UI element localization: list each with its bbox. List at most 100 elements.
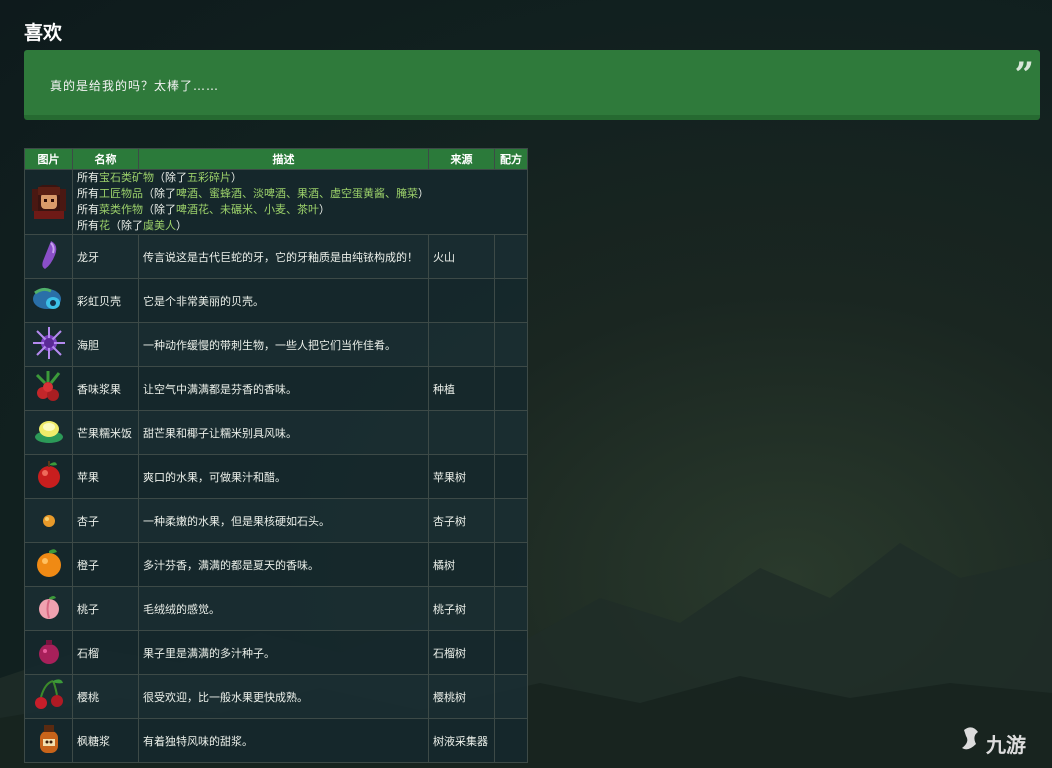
item-description: 毛绒绒的感觉。 <box>138 586 429 631</box>
berry-icon <box>35 371 61 401</box>
item-source[interactable]: 樱桃树 <box>428 674 495 719</box>
item-name[interactable]: 香味浆果 <box>72 366 139 411</box>
line-prefix: 所有 <box>77 187 99 200</box>
item-description: 让空气中满满都是芬香的香味。 <box>138 366 429 411</box>
table-row: 橙子 多汁芬香，满满的都是夏天的香味。 橘树 <box>24 542 528 587</box>
vegetable-exceptions[interactable]: 啤酒花、未碾米、小麦、茶叶 <box>176 203 319 216</box>
item-image-cell <box>24 498 73 543</box>
table-row: 龙牙 传言说这是古代巨蛇的牙，它的牙釉质是由纯铱构成的！ 火山 <box>24 234 528 279</box>
item-description: 一种动作缓慢的带刺生物，一些人把它们当作佳肴。 <box>138 322 429 367</box>
header-name: 名称 <box>72 148 139 170</box>
item-image-cell <box>24 234 73 279</box>
general-line-artisan: 所有工匠物品（除了啤酒、蜜蜂酒、淡啤酒、果酒、虚空蛋黄酱、腌菜） <box>77 186 523 202</box>
item-image-cell <box>24 542 73 587</box>
rainbow-shell-icon <box>33 287 61 309</box>
item-source[interactable]: 桃子树 <box>428 586 495 631</box>
mango-rice-icon <box>35 421 63 443</box>
line-mid: （除了 <box>143 203 176 216</box>
item-name[interactable]: 彩虹贝壳 <box>72 278 139 323</box>
item-name[interactable]: 芒果糯米饭 <box>72 410 139 455</box>
line-prefix: 所有 <box>77 171 99 184</box>
item-name[interactable]: 桃子 <box>72 586 139 631</box>
item-description: 传言说这是古代巨蛇的牙，它的牙釉质是由纯铱构成的！ <box>138 234 429 279</box>
table-row: 香味浆果 让空气中满满都是芬香的香味。 种植 <box>24 366 528 411</box>
item-recipe <box>494 454 528 499</box>
item-source[interactable]: 苹果树 <box>428 454 495 499</box>
table-row: 桃子 毛绒绒的感觉。 桃子树 <box>24 586 528 631</box>
item-image-cell <box>24 586 73 631</box>
item-source[interactable]: 种植 <box>428 366 495 411</box>
logo-text: 九游 <box>985 733 1026 757</box>
item-recipe <box>494 234 528 279</box>
quote-box: 真的是给我的吗？太棒了…… ” <box>24 50 1040 120</box>
artisan-exceptions[interactable]: 啤酒、蜜蜂酒、淡啤酒、果酒、虚空蛋黄酱、腌菜 <box>176 187 418 200</box>
artisan-goods-link[interactable]: 工匠物品 <box>99 187 143 200</box>
header-description: 描述 <box>138 148 429 170</box>
item-source[interactable]: 杏子树 <box>428 498 495 543</box>
item-source[interactable]: 火山 <box>428 234 495 279</box>
item-recipe <box>494 630 528 675</box>
item-name[interactable]: 橙子 <box>72 542 139 587</box>
table-row: 彩虹贝壳 它是个非常美丽的贝壳。 <box>24 278 528 323</box>
line-prefix: 所有 <box>77 219 99 232</box>
item-name[interactable]: 杏子 <box>72 498 139 543</box>
item-image-cell <box>24 410 73 455</box>
table-row: 芒果糯米饭 甜芒果和椰子让糯米别具风味。 <box>24 410 528 455</box>
line-end: ） <box>176 219 187 232</box>
item-source[interactable] <box>428 278 495 323</box>
gems-link[interactable]: 宝石类矿物 <box>99 171 154 184</box>
line-end: ） <box>418 187 429 200</box>
item-name[interactable]: 苹果 <box>72 454 139 499</box>
item-description: 它是个非常美丽的贝壳。 <box>138 278 429 323</box>
line-end: ） <box>319 203 330 216</box>
prismatic-shard-link[interactable]: 五彩碎片 <box>187 171 231 184</box>
table-row: 樱桃 很受欢迎，比一般水果更快成熟。 樱桃树 <box>24 674 528 719</box>
item-name[interactable]: 枫糖浆 <box>72 718 139 763</box>
item-recipe <box>494 586 528 631</box>
item-image-cell <box>24 630 73 675</box>
vegetables-link[interactable]: 菜类作物 <box>99 203 143 216</box>
quote-mark-icon: ” <box>1014 55 1034 95</box>
apple-icon <box>38 461 60 488</box>
table-row-general: 所有宝石类矿物（除了五彩碎片） 所有工匠物品（除了啤酒、蜜蜂酒、淡啤酒、果酒、虚… <box>24 169 528 235</box>
villager-portrait-icon <box>31 184 66 219</box>
item-description: 果子里是满满的多汁种子。 <box>138 630 429 675</box>
item-name[interactable]: 龙牙 <box>72 234 139 279</box>
flowers-link[interactable]: 花 <box>99 219 110 232</box>
item-description: 多汁芬香，满满的都是夏天的香味。 <box>138 542 429 587</box>
general-line-gems: 所有宝石类矿物（除了五彩碎片） <box>77 170 523 186</box>
item-image-cell <box>24 674 73 719</box>
line-mid: （除了 <box>143 187 176 200</box>
page-title: 喜欢 <box>24 22 63 44</box>
item-source[interactable]: 石榴树 <box>428 630 495 675</box>
line-mid: （除了 <box>154 171 187 184</box>
item-image-cell <box>24 718 73 763</box>
item-source[interactable] <box>428 322 495 367</box>
item-name[interactable]: 石榴 <box>72 630 139 675</box>
item-source[interactable] <box>428 410 495 455</box>
line-mid: （除了 <box>110 219 143 232</box>
cherry-icon <box>35 679 63 709</box>
orange-icon <box>37 549 61 577</box>
item-description: 甜芒果和椰子让糯米别具风味。 <box>138 410 429 455</box>
item-image-cell <box>24 278 73 323</box>
item-recipe <box>494 410 528 455</box>
item-source[interactable]: 树液采集器 <box>428 718 495 763</box>
line-end: ） <box>231 171 242 184</box>
item-source[interactable]: 橘树 <box>428 542 495 587</box>
poppy-link[interactable]: 虞美人 <box>143 219 176 232</box>
maple-syrup-icon <box>40 725 58 753</box>
item-image-cell <box>24 322 73 367</box>
gift-table: 图片 名称 描述 来源 配方 所有宝石类矿物（除了五彩碎片） 所有工匠物品（除了… <box>24 148 528 763</box>
general-line-flowers: 所有花（除了虞美人） <box>77 218 523 234</box>
table-row: 枫糖浆 有着独特风味的甜浆。 树液采集器 <box>24 718 528 763</box>
item-image-cell <box>24 366 73 411</box>
item-name[interactable]: 樱桃 <box>72 674 139 719</box>
item-description: 一种柔嫩的水果，但是果核硬如石头。 <box>138 498 429 543</box>
item-recipe <box>494 674 528 719</box>
header-image: 图片 <box>24 148 73 170</box>
item-name[interactable]: 海胆 <box>72 322 139 367</box>
item-description: 爽口的水果，可做果汁和醋。 <box>138 454 429 499</box>
item-image-cell <box>24 454 73 499</box>
item-recipe <box>494 542 528 587</box>
